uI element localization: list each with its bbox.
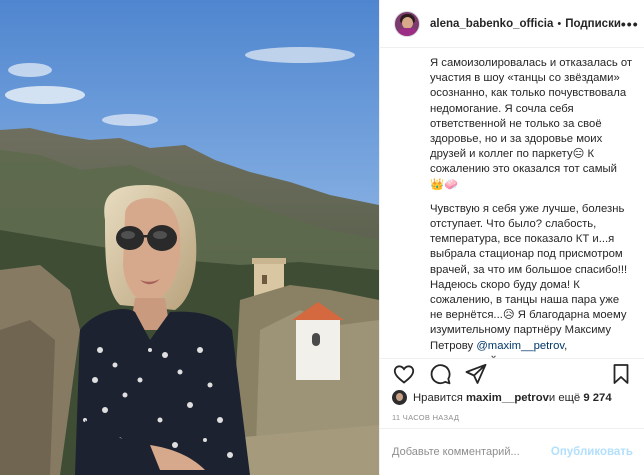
- liker-avatar[interactable]: [392, 390, 407, 405]
- mention-link[interactable]: @maxim__petrov: [476, 340, 564, 352]
- likes-count[interactable]: 9 274: [583, 392, 611, 404]
- comment-icon[interactable]: [428, 362, 452, 386]
- likes-line: Нравится maxim__petrov и ещё 9 274: [392, 390, 612, 405]
- share-icon[interactable]: [464, 362, 488, 386]
- comment-box: Добавьте комментарий... Опубликовать: [380, 428, 644, 475]
- likes-prefix: Нравится: [413, 391, 463, 404]
- avatar[interactable]: [394, 10, 420, 37]
- caption-text: Чувствую я себя уже лучше, болезнь отсту…: [430, 202, 628, 352]
- publish-button[interactable]: Опубликовать: [551, 446, 633, 458]
- username-link[interactable]: alena_babenko_officia: [430, 18, 553, 30]
- post-photo[interactable]: [0, 0, 379, 475]
- caption-paragraph-1: Я самоизолировалась и отказалась от учас…: [430, 57, 633, 191]
- more-options-icon[interactable]: •••: [621, 16, 639, 32]
- post-header: alena_babenko_officia • Подписки •••: [380, 0, 644, 48]
- action-bar: [380, 358, 644, 388]
- post-timestamp[interactable]: 11 ЧАСОВ НАЗАД: [392, 413, 459, 422]
- caption-paragraph-2: Чувствую я себя уже лучше, болезнь отсту…: [430, 202, 633, 358]
- heart-icon[interactable]: [392, 362, 416, 386]
- following-button[interactable]: Подписки: [565, 18, 621, 30]
- likes-middle: и ещё: [548, 391, 581, 404]
- comment-input[interactable]: Добавьте комментарий...: [392, 446, 520, 458]
- post-caption: Я самоизолировалась и отказалась от учас…: [380, 48, 644, 358]
- liker-username[interactable]: maxim__petrov: [466, 392, 549, 404]
- separator-dot: •: [557, 17, 562, 30]
- bookmark-icon[interactable]: [609, 362, 633, 386]
- post-side-panel: alena_babenko_officia • Подписки ••• Я с…: [379, 0, 644, 475]
